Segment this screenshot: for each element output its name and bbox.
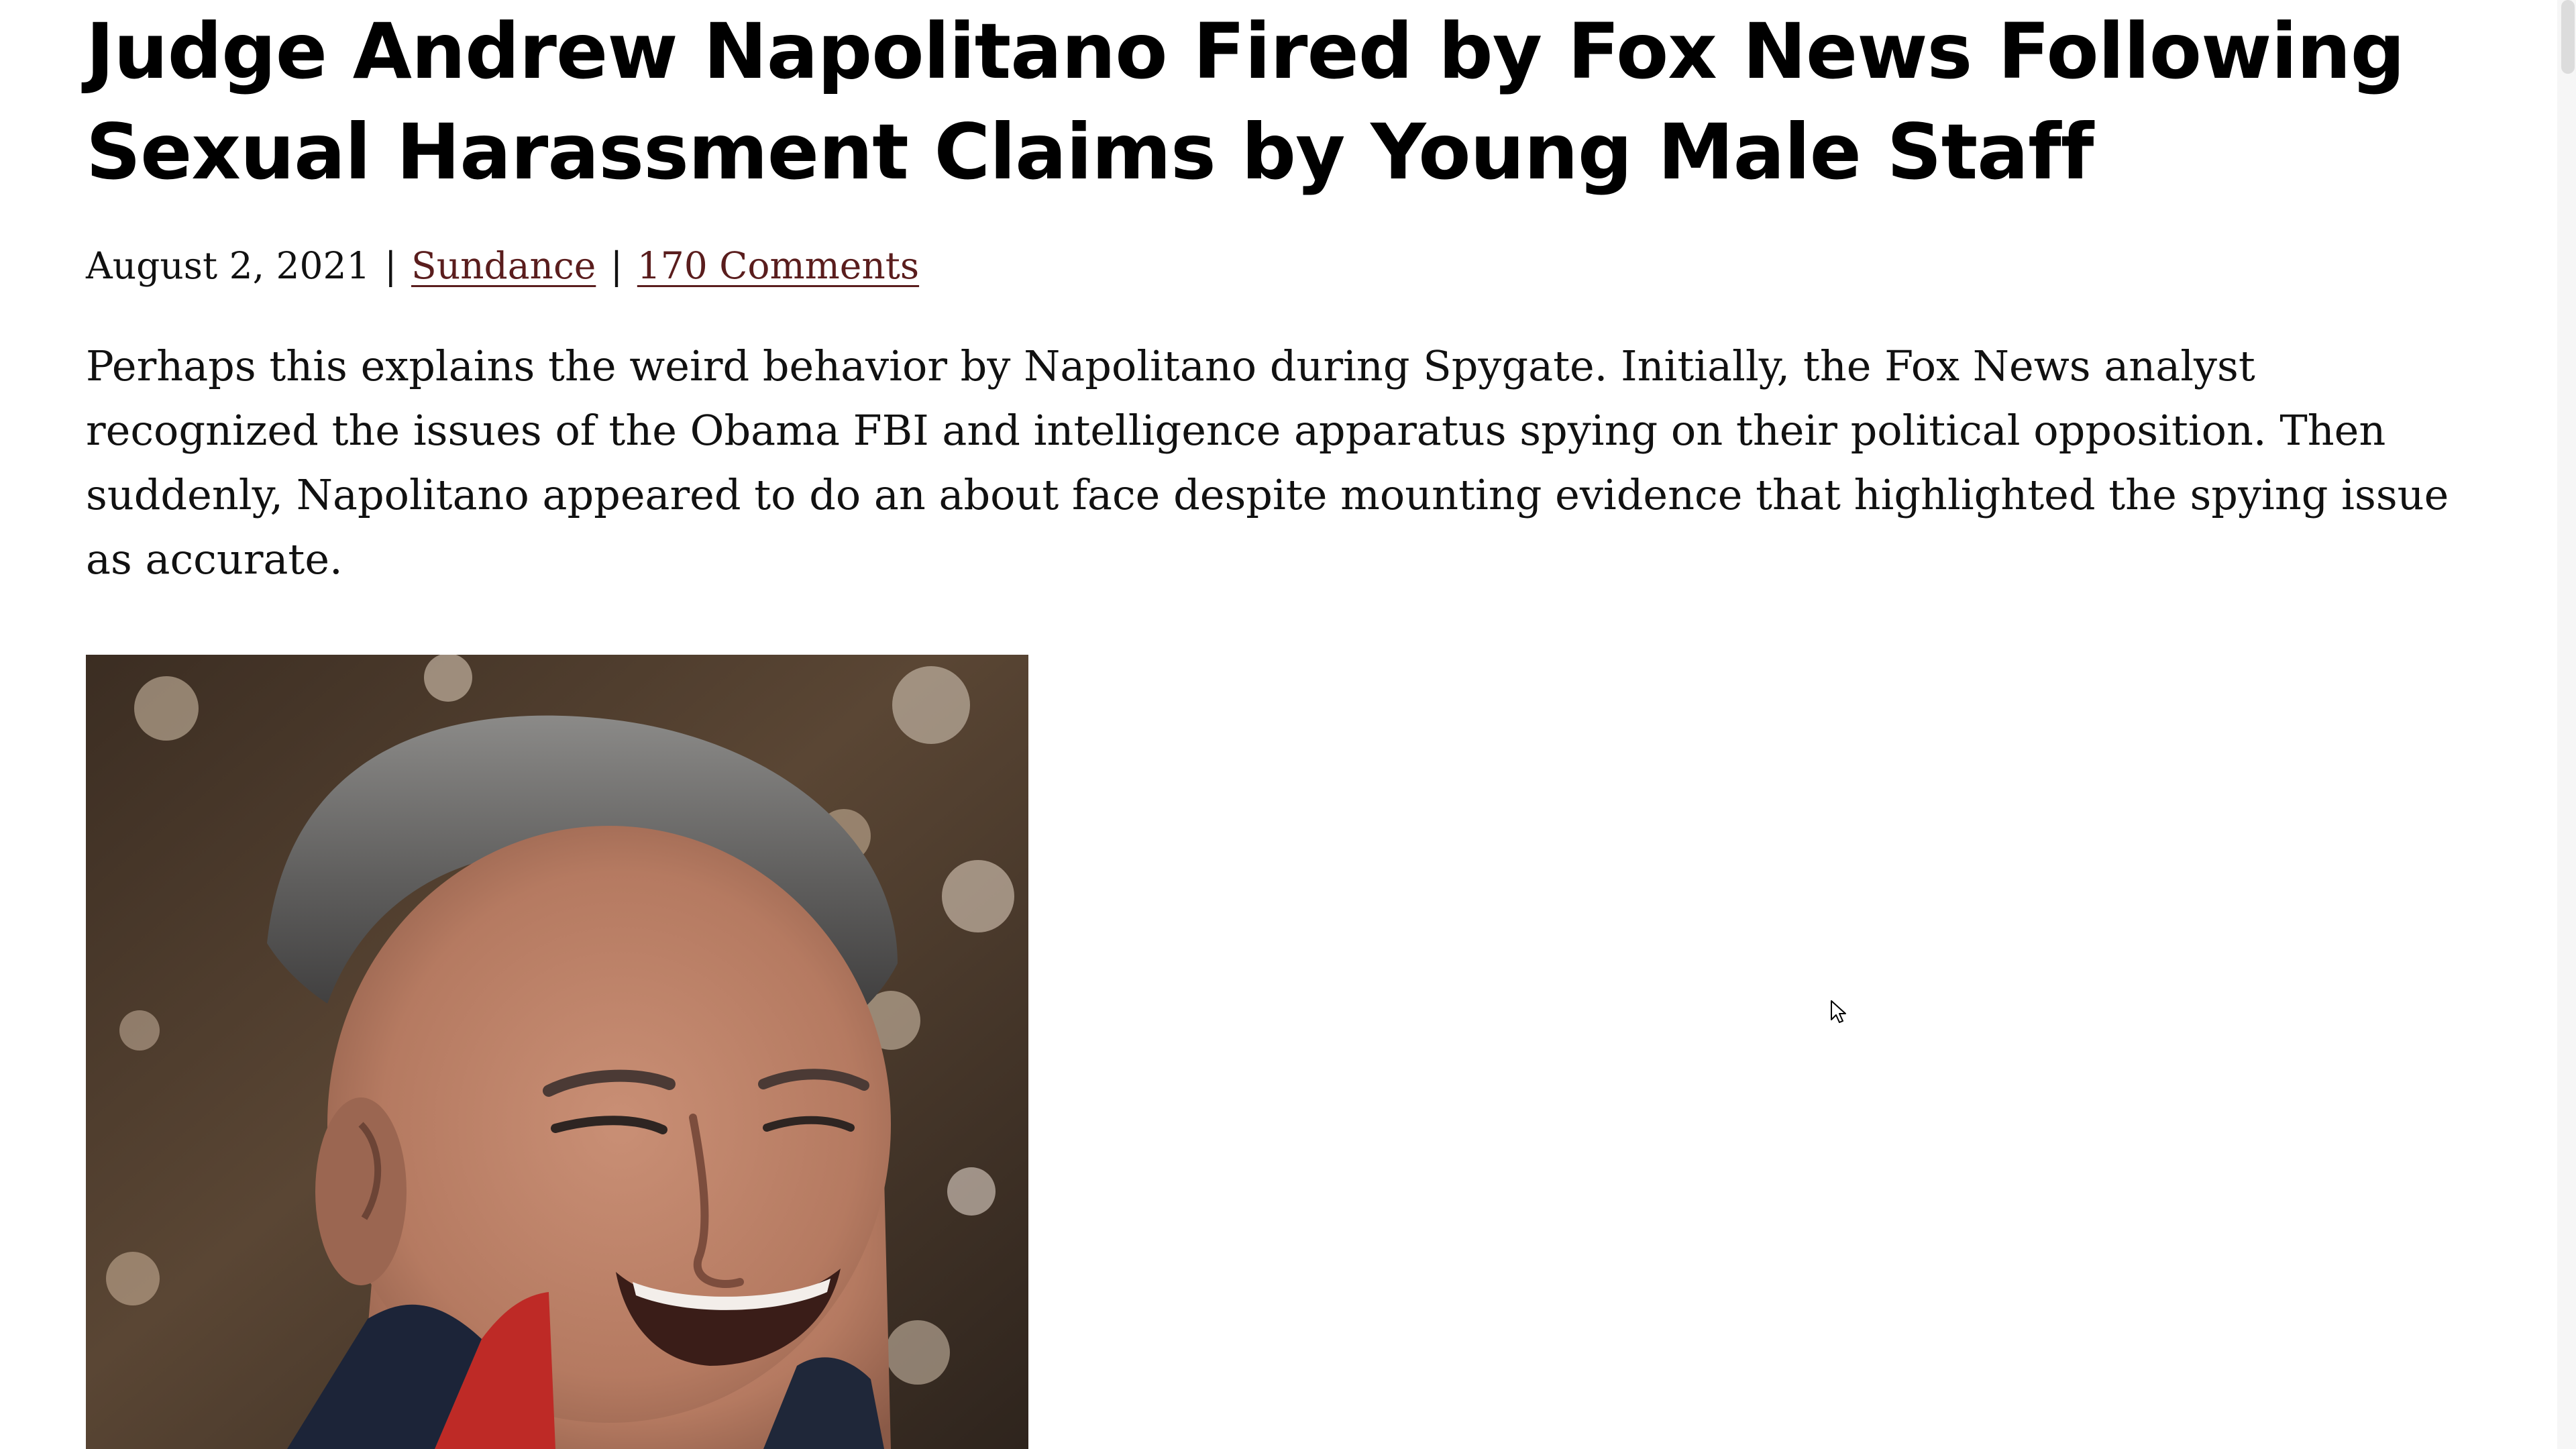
post-date: August 2, 2021 (86, 244, 370, 287)
article: Judge Andrew Napolitano Fired by Fox New… (86, 0, 2474, 592)
scrollbar-thumb[interactable] (2561, 0, 2575, 74)
vertical-scrollbar[interactable] (2557, 0, 2576, 1449)
mouse-pointer-icon (1830, 1000, 1846, 1024)
meta-separator: | (384, 244, 397, 287)
author-link[interactable]: Sundance (411, 244, 596, 287)
meta-separator: | (610, 244, 623, 287)
comments-link[interactable]: 170 Comments (637, 244, 919, 287)
article-headline: Judge Andrew Napolitano Fired by Fox New… (86, 7, 2405, 197)
article-photo (86, 655, 1028, 1449)
article-page: Judge Andrew Napolitano Fired by Fox New… (0, 0, 2576, 1449)
article-meta: August 2, 2021 | Sundance | 170 Comments (86, 239, 2474, 292)
article-lede-paragraph: Perhaps this explains the weird behavior… (86, 341, 2449, 584)
